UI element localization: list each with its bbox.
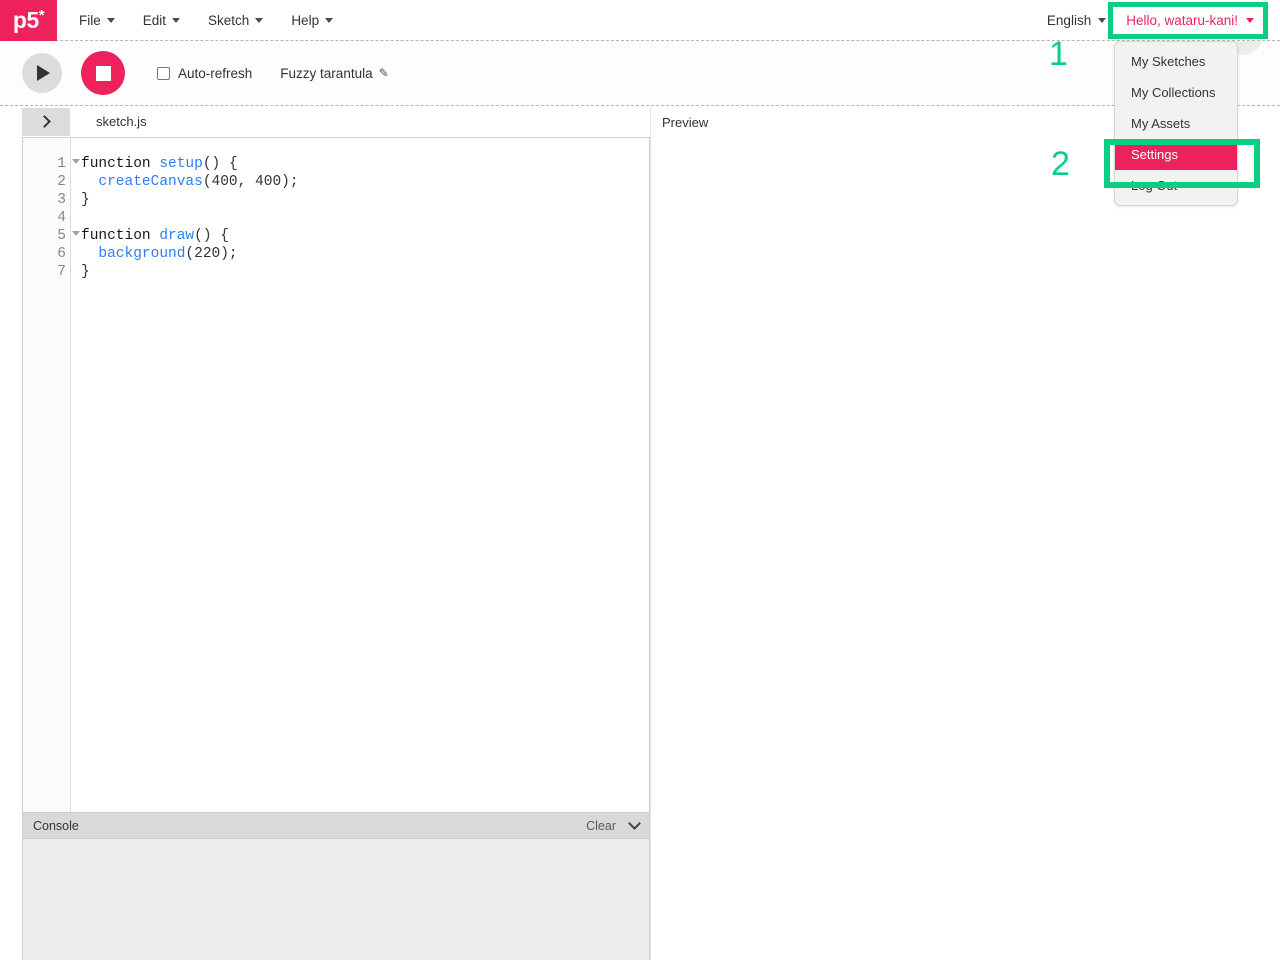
- chevron-down-icon: [325, 17, 334, 23]
- chevron-down-icon: [172, 17, 181, 23]
- code-token: (400, 400);: [202, 174, 299, 190]
- line-number: 6: [57, 246, 66, 262]
- auto-refresh-checkbox[interactable]: [157, 66, 170, 80]
- chevron-down-icon: [1098, 17, 1107, 23]
- editor-column: sketch.js 1234567 function setup() { cre…: [0, 106, 650, 960]
- chevron-down-icon[interactable]: [628, 816, 641, 830]
- code-line[interactable]: function draw() {: [81, 227, 649, 245]
- line-number: 5: [23, 227, 80, 245]
- menu-edit[interactable]: Edit: [129, 0, 194, 41]
- code-token: () {: [202, 156, 238, 172]
- chevron-right-icon: [38, 115, 51, 128]
- navbar-right: English Hello, wataru-kani!: [1037, 0, 1280, 41]
- console-header[interactable]: Console Clear: [22, 812, 650, 839]
- user-account-menu-button[interactable]: Hello, wataru-kani!: [1116, 5, 1264, 35]
- line-number: 2: [57, 174, 66, 190]
- code-token: (220);: [185, 246, 238, 262]
- code-token: background: [98, 246, 186, 262]
- menu-edit-label: Edit: [142, 12, 167, 28]
- console-output: [22, 839, 650, 960]
- code-token: }: [81, 192, 90, 208]
- console-clear-button[interactable]: Clear: [586, 819, 616, 833]
- logo-text: p5: [12, 6, 39, 33]
- code-token: }: [81, 264, 90, 280]
- code-token: setup: [159, 156, 203, 172]
- auto-refresh-toggle[interactable]: Auto-refresh: [157, 66, 252, 81]
- dropdown-item-my-collections[interactable]: My Collections: [1115, 77, 1237, 108]
- code-token: function: [81, 156, 160, 172]
- menu-file[interactable]: File: [65, 0, 129, 41]
- workspace: sketch.js 1234567 function setup() { cre…: [0, 106, 1280, 960]
- p5-logo[interactable]: p5 *: [0, 0, 57, 41]
- dropdown-item-settings[interactable]: Settings: [1115, 139, 1237, 170]
- code-line[interactable]: [81, 209, 649, 227]
- code-content[interactable]: function setup() { createCanvas(400, 400…: [71, 138, 649, 812]
- code-line[interactable]: createCanvas(400, 400);: [81, 173, 649, 191]
- annotation-step-2: 2: [1051, 145, 1070, 183]
- sketch-name-field[interactable]: Fuzzy tarantula ✎: [280, 66, 388, 81]
- code-token: function: [81, 228, 160, 244]
- menu-file-label: File: [79, 12, 101, 28]
- code-line[interactable]: background(220);: [81, 245, 649, 263]
- code-token: () {: [194, 228, 229, 244]
- line-number: 1: [23, 155, 80, 173]
- play-icon: [37, 65, 50, 81]
- line-number-gutter: 12 3 456 7: [23, 138, 80, 812]
- preview-label: Preview: [662, 115, 709, 130]
- dropdown-item-my-sketches[interactable]: My Sketches: [1115, 46, 1237, 77]
- code-line[interactable]: function setup() {: [81, 155, 649, 173]
- language-label: English: [1046, 12, 1092, 28]
- code-line[interactable]: }: [81, 191, 649, 209]
- top-navbar: p5 * File Edit Sketch Help English Hello,…: [0, 0, 1280, 41]
- menu-help[interactable]: Help: [277, 0, 347, 41]
- preview-panel: Preview: [650, 106, 1280, 960]
- chevron-down-icon: [255, 17, 264, 23]
- menu-help-label: Help: [291, 12, 320, 28]
- menu-sketch-label: Sketch: [208, 12, 250, 28]
- console-actions: Clear: [586, 816, 641, 833]
- code-editor[interactable]: 1234567 function setup() { createCanvas(…: [22, 137, 650, 812]
- main-menu: File Edit Sketch Help: [65, 0, 347, 41]
- line-number: 4: [57, 210, 66, 226]
- user-greeting-label: Hello, wataru-kani!: [1126, 12, 1238, 28]
- file-tab-sketch-js[interactable]: sketch.js: [96, 114, 147, 129]
- dropdown-item-my-assets[interactable]: My Assets: [1115, 108, 1237, 139]
- line-number: 3: [57, 192, 66, 208]
- logo-asterisk: *: [38, 6, 45, 24]
- auto-refresh-label: Auto-refresh: [178, 65, 253, 81]
- stop-button[interactable]: [81, 51, 125, 95]
- annotation-step-1: 1: [1049, 35, 1068, 73]
- stop-icon: [95, 65, 111, 81]
- sidebar-toggle-button[interactable]: [22, 107, 70, 136]
- code-token: createCanvas: [98, 174, 203, 190]
- menu-sketch[interactable]: Sketch: [194, 0, 277, 41]
- play-button[interactable]: [22, 53, 62, 93]
- user-account-dropdown: My Sketches My Collections My Assets Set…: [1114, 41, 1238, 206]
- code-fold-icon[interactable]: [72, 159, 80, 164]
- code-token: draw: [159, 228, 195, 244]
- console-title: Console: [33, 818, 79, 833]
- editor-tabbar: sketch.js: [0, 106, 650, 137]
- line-number: 7: [57, 264, 66, 280]
- chevron-down-icon: [1246, 17, 1254, 23]
- code-line[interactable]: }: [81, 263, 649, 281]
- dropdown-item-log-out[interactable]: Log Out: [1115, 170, 1237, 201]
- sketch-name-label: Fuzzy tarantula: [280, 65, 373, 81]
- chevron-down-icon: [106, 17, 115, 23]
- sketch-toolbar: Auto-refresh Fuzzy tarantula ✎: [0, 41, 1280, 106]
- code-fold-icon[interactable]: [72, 231, 80, 236]
- pencil-icon[interactable]: ✎: [379, 66, 389, 80]
